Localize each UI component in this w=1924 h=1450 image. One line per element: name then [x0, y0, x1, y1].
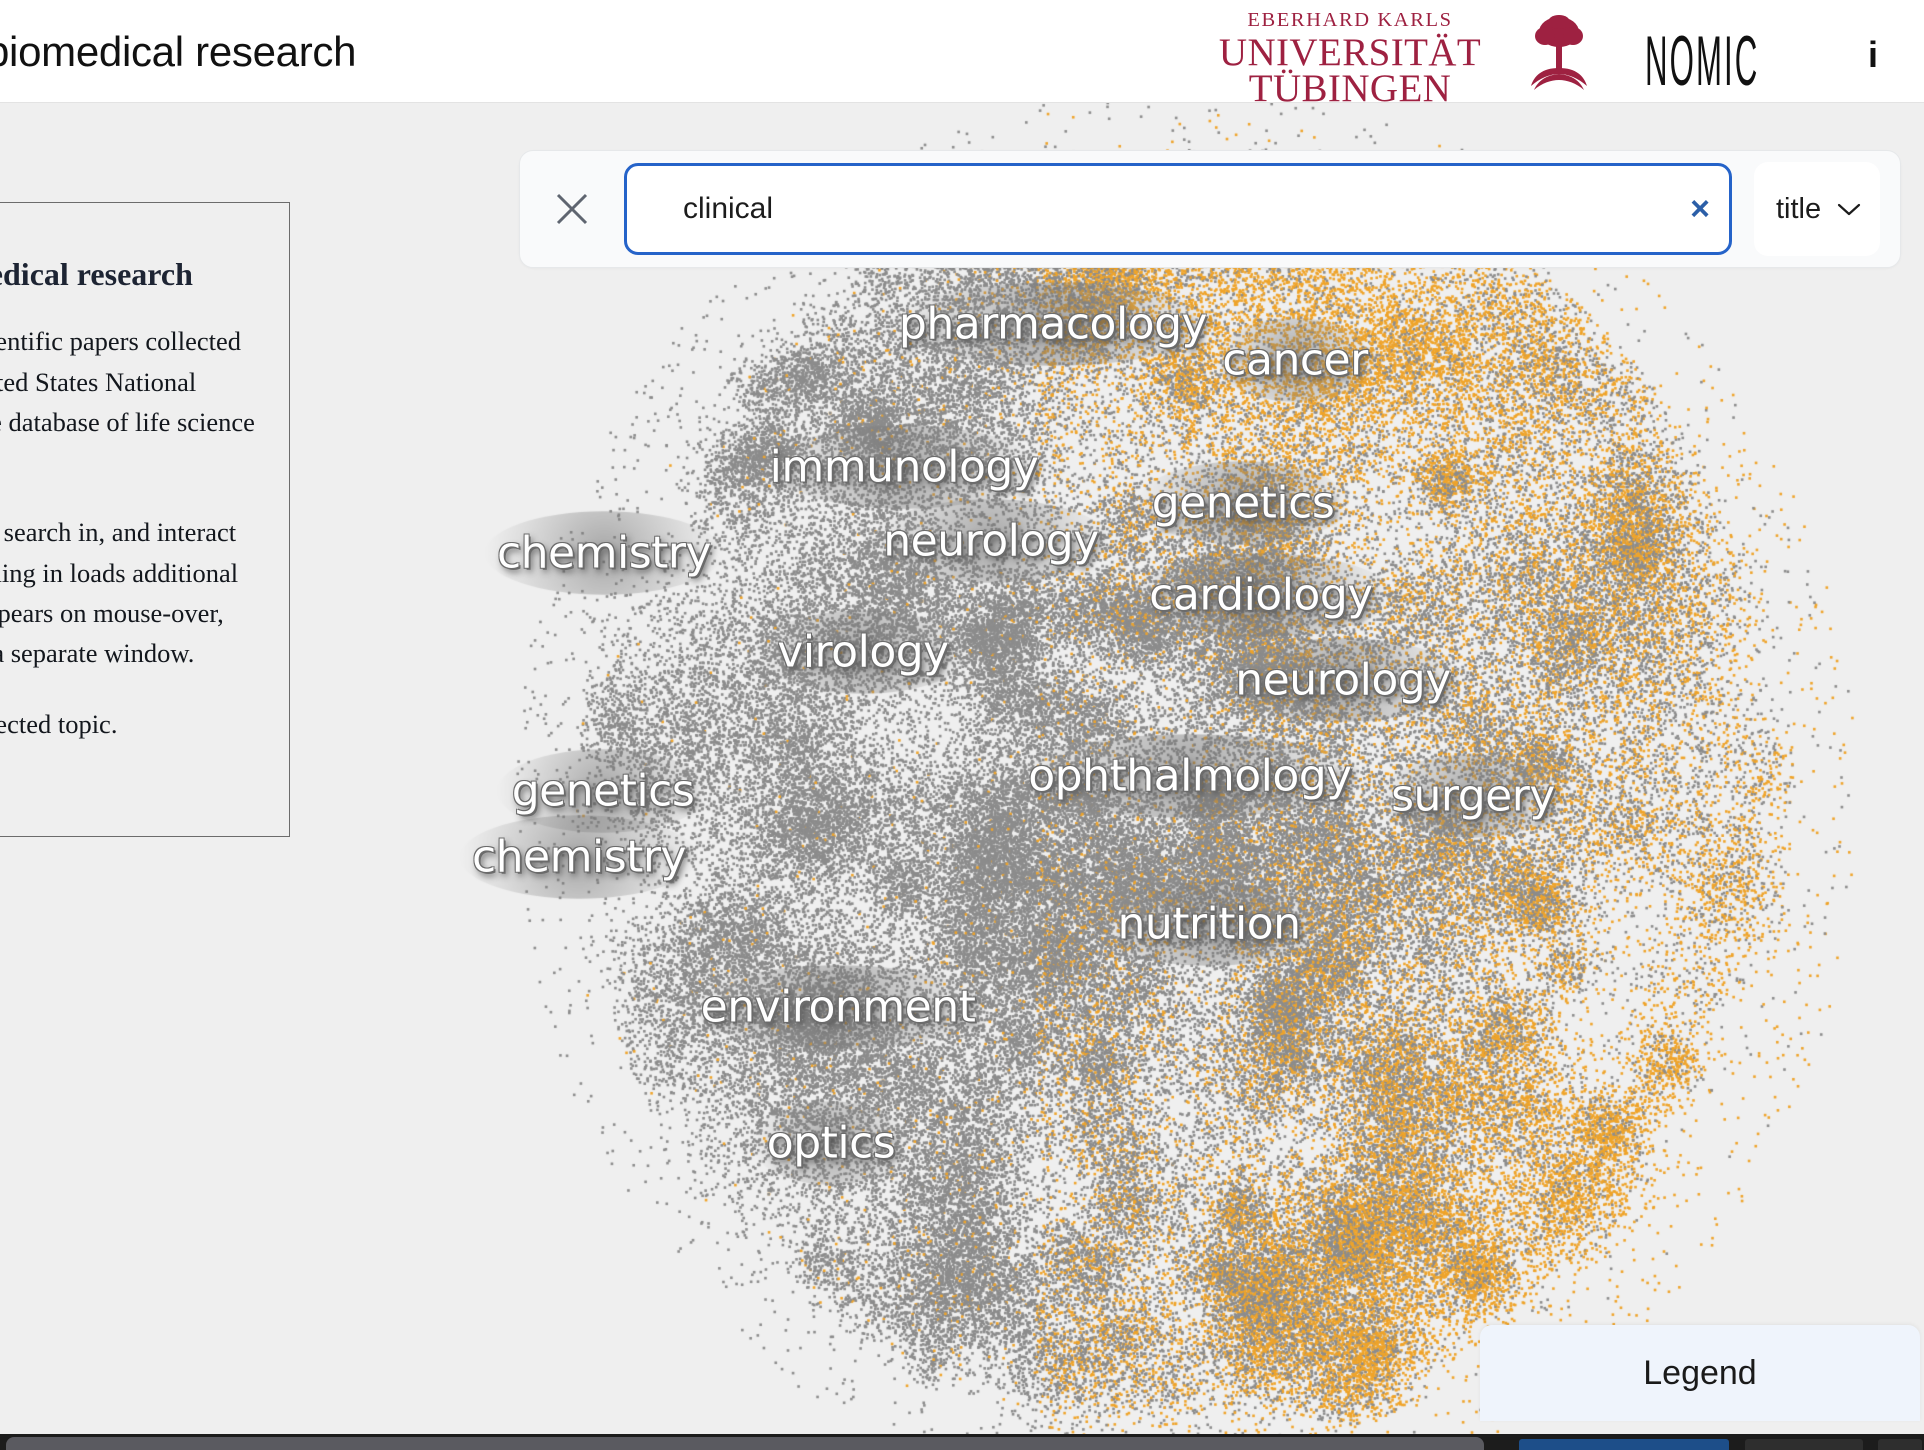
legend-label: Legend [1643, 1353, 1757, 1392]
close-icon [556, 193, 588, 225]
app-header: biomedical research EBERHARD KARLS UNIVE… [0, 0, 1924, 108]
info-panel-paragraph-2: You can zoom, pan, search in, and intera… [0, 517, 239, 669]
os-taskbar [0, 1434, 1924, 1450]
info-panel: A map of biomedical research This map sh… [0, 202, 290, 837]
nomic-logo: NOMIC [1645, 21, 1760, 101]
search-field-select[interactable]: title [1754, 162, 1880, 256]
university-tuebingen-logo: EBERHARD KARLS UNIVERSITÄT TÜBINGEN [1215, 10, 1485, 108]
search-field-value: title [1776, 192, 1822, 225]
taskbar-button-1[interactable] [1745, 1439, 1863, 1450]
info-panel-paragraph-3: Colors show the selected topic. [0, 708, 118, 739]
page-title: biomedical research [0, 28, 357, 75]
uni-logo-line3: TÜBINGEN [1248, 66, 1452, 110]
info-panel-heading: A map of biomedical research [0, 256, 193, 292]
info-icon[interactable]: i [1868, 34, 1878, 76]
info-panel-paragraph-1: This map shows scientific papers collect… [0, 326, 255, 437]
search-bar: × title [519, 150, 1901, 268]
app-root: biomedical research EBERHARD KARLS UNIVE… [0, 0, 1924, 1450]
search-input[interactable] [624, 163, 1732, 255]
uni-logo-line2: UNIVERSITÄT [1218, 30, 1482, 74]
search-input-wrapper: × [624, 163, 1732, 255]
taskbar-button-active[interactable] [1519, 1439, 1729, 1450]
close-search-button[interactable] [544, 181, 600, 237]
taskbar-window[interactable] [6, 1437, 1484, 1450]
chevron-down-icon [1837, 203, 1861, 216]
tuebingen-tree-icon [1531, 15, 1587, 90]
taskbar-button-2[interactable] [1878, 1439, 1922, 1450]
uni-logo-line1: EBERHARD KARLS [1247, 9, 1453, 31]
legend-panel[interactable]: Legend [1480, 1325, 1920, 1421]
clear-search-icon[interactable]: × [1690, 192, 1710, 226]
